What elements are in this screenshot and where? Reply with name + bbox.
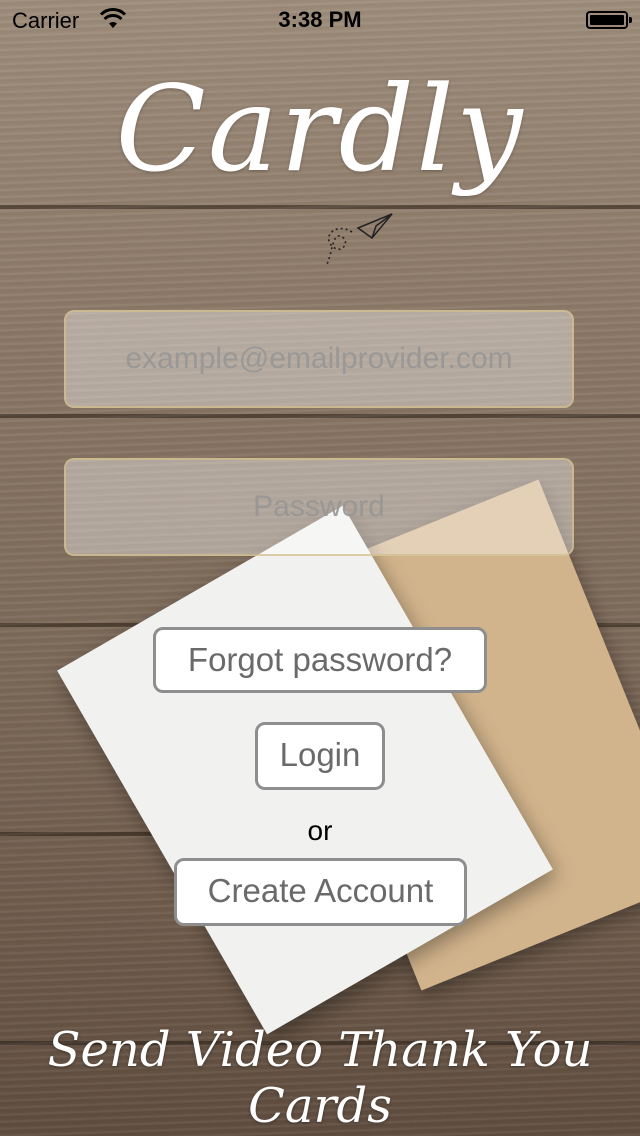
tagline: Send Video Thank You Cards (47, 1022, 593, 1134)
password-input[interactable]: Password (64, 458, 574, 556)
forgot-password-button[interactable]: Forgot password? (153, 627, 487, 693)
email-input[interactable]: example@emailprovider.com (64, 310, 574, 408)
battery-icon (586, 11, 632, 29)
status-bar: Carrier 3:38 PM (0, 0, 640, 40)
create-account-button[interactable]: Create Account (174, 858, 467, 926)
clock-time: 3:38 PM (278, 7, 362, 32)
paper-plane-icon (325, 213, 393, 267)
login-button[interactable]: Login (255, 722, 385, 790)
app-logo: Cardly (115, 60, 525, 198)
or-separator: or (307, 815, 333, 846)
